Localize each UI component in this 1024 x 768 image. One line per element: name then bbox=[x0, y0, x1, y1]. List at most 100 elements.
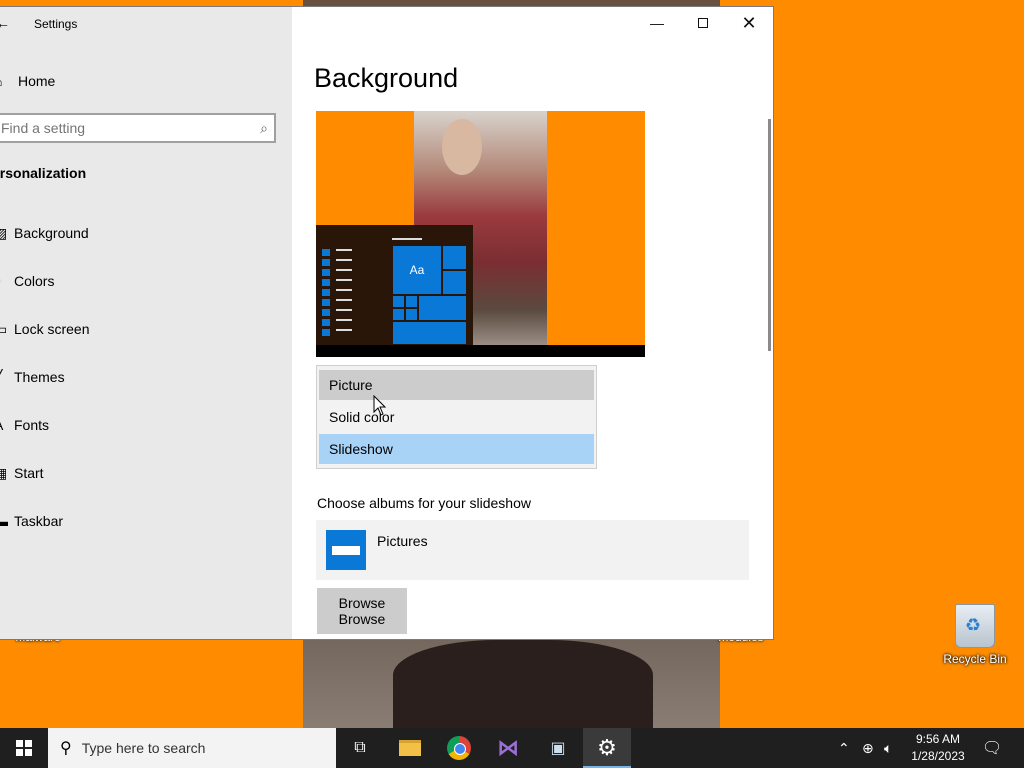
desktop-icon-label: Recycle Bin bbox=[943, 652, 1007, 666]
gear-icon: ⚙ bbox=[597, 735, 617, 760]
visual-studio-button[interactable]: ⋈ bbox=[484, 728, 532, 768]
chevron-up-icon: ⌃ bbox=[838, 739, 850, 756]
preview-lines bbox=[336, 249, 352, 339]
action-center-button[interactable]: 🗨︎ bbox=[982, 728, 1002, 768]
network-tool-button[interactable]: ▣ bbox=[534, 728, 582, 768]
preview-tile-aa: Aa bbox=[392, 245, 442, 295]
palette-icon: ◐ bbox=[0, 273, 8, 289]
file-explorer-button[interactable] bbox=[386, 728, 434, 768]
scrollbar[interactable] bbox=[768, 119, 771, 351]
preview-tile bbox=[392, 308, 405, 321]
home-icon: ⌂ bbox=[0, 73, 8, 89]
wallpaper-figure bbox=[393, 640, 653, 728]
preview-tile bbox=[442, 270, 467, 295]
taskbar-search[interactable]: ⚲ Type here to search bbox=[48, 728, 336, 768]
picture-icon: ▨ bbox=[0, 225, 8, 242]
sidebar-item-themes[interactable]: ╱ Themes bbox=[0, 365, 65, 389]
network-tool-icon: ▣ bbox=[550, 740, 566, 757]
taskbar-icon: ▬ bbox=[0, 513, 8, 529]
preview-photo-head bbox=[442, 119, 482, 175]
globe-icon: ⊕ bbox=[862, 739, 874, 756]
settings-sidebar: ← Settings ⌂ Home ⌕ ersonalization ▨ Bac… bbox=[0, 7, 292, 639]
taskbar-clock[interactable]: 9:56 AM 1/28/2023 bbox=[900, 731, 976, 765]
notification-icon: 🗨︎ bbox=[982, 740, 1003, 757]
preview-tile bbox=[392, 321, 467, 345]
window-title: Settings bbox=[34, 17, 78, 31]
back-arrow-icon[interactable]: ← bbox=[0, 15, 10, 31]
close-button[interactable]: ✕ bbox=[726, 7, 772, 39]
album-folder-icon bbox=[326, 530, 366, 570]
minimize-button[interactable]: — bbox=[634, 7, 680, 39]
settings-taskbar-button[interactable]: ⚙ bbox=[583, 728, 631, 768]
visual-studio-icon: ⋈ bbox=[497, 735, 519, 760]
sidebar-item-taskbar[interactable]: ▬ Taskbar bbox=[0, 509, 63, 533]
section-header: ersonalization bbox=[0, 165, 87, 181]
desktop-icon-recycle-bin[interactable]: ♻ Recycle Bin bbox=[937, 604, 1013, 666]
background-type-dropdown[interactable]: Picture Solid color Slideshow bbox=[316, 365, 597, 469]
search-icon[interactable]: ⌕ bbox=[260, 120, 268, 137]
chrome-icon bbox=[447, 736, 471, 760]
start-button[interactable] bbox=[0, 728, 48, 768]
recycle-bin-icon: ♻ bbox=[955, 604, 995, 648]
sidebar-item-start[interactable]: ▦ Start bbox=[0, 461, 44, 485]
settings-search[interactable]: ⌕ bbox=[0, 113, 276, 143]
browse-button-label: Browse bbox=[338, 595, 386, 611]
sidebar-item-label: Themes bbox=[14, 369, 65, 385]
task-view-button[interactable]: ⧉ bbox=[336, 728, 384, 768]
preview-tile bbox=[418, 295, 467, 321]
windows-logo-icon bbox=[16, 740, 32, 756]
dropdown-option-picture[interactable]: Picture bbox=[319, 370, 594, 400]
clock-time: 9:56 AM bbox=[915, 732, 961, 746]
maximize-button[interactable] bbox=[680, 7, 726, 39]
sidebar-item-background[interactable]: ▨ Background bbox=[0, 221, 89, 245]
sidebar-item-home[interactable]: ⌂ Home bbox=[0, 69, 55, 93]
font-icon: A bbox=[0, 417, 8, 433]
sidebar-item-label: Background bbox=[14, 225, 89, 241]
sidebar-item-lock-screen[interactable]: ▭ Lock screen bbox=[0, 317, 89, 341]
album-name: Pictures bbox=[377, 533, 428, 549]
chrome-button[interactable] bbox=[435, 728, 483, 768]
sidebar-item-label: Start bbox=[14, 465, 44, 481]
dropdown-option-slideshow[interactable]: Slideshow bbox=[319, 434, 594, 464]
dropdown-option-solid-color[interactable]: Solid color bbox=[319, 402, 594, 432]
preview-tile bbox=[442, 245, 467, 270]
network-button[interactable]: ⊕ bbox=[862, 728, 874, 768]
sidebar-item-fonts[interactable]: A Fonts bbox=[0, 413, 49, 437]
speaker-icon: 🔈︎ bbox=[884, 739, 893, 756]
clock-date: 1/28/2023 bbox=[911, 749, 965, 763]
start-icon: ▦ bbox=[0, 465, 8, 482]
lock-screen-icon: ▭ bbox=[0, 321, 8, 338]
browse-button[interactable]: Browse Browse bbox=[317, 588, 407, 634]
taskbar: ⚲ Type here to search ⧉ ⋈ ▣ ⚙ ⌃ ⊕ 🔈︎ 9:5… bbox=[0, 728, 1024, 768]
volume-button[interactable]: 🔈︎ bbox=[884, 728, 892, 768]
folder-icon bbox=[399, 740, 421, 756]
taskbar-search-placeholder: Type here to search bbox=[81, 740, 206, 756]
browse-button-label: Browse bbox=[338, 611, 386, 627]
search-icon: ⚲ bbox=[60, 740, 72, 757]
preview-tile bbox=[392, 295, 405, 308]
close-icon: ✕ bbox=[741, 12, 757, 33]
page-title: Background bbox=[314, 63, 459, 93]
preview-tile bbox=[405, 308, 418, 321]
settings-search-input[interactable] bbox=[0, 120, 240, 136]
album-item[interactable]: Pictures bbox=[316, 520, 749, 580]
albums-label: Choose albums for your slideshow bbox=[317, 495, 531, 511]
background-preview: Aa bbox=[316, 111, 645, 357]
maximize-icon bbox=[698, 18, 708, 28]
sidebar-item-label: Home bbox=[18, 73, 56, 89]
preview-taskbar bbox=[316, 345, 645, 357]
settings-window: ← Settings ⌂ Home ⌕ ersonalization ▨ Bac… bbox=[0, 6, 774, 640]
sidebar-item-label: Lock screen bbox=[14, 321, 90, 337]
sidebar-item-label: Taskbar bbox=[14, 513, 64, 529]
sidebar-item-label: Fonts bbox=[14, 417, 50, 433]
preview-start-menu: Aa bbox=[316, 225, 473, 345]
preview-tiles: Aa bbox=[392, 245, 468, 345]
task-view-icon: ⧉ bbox=[354, 739, 366, 756]
brush-icon: ╱ bbox=[0, 369, 8, 386]
sidebar-item-colors[interactable]: ◐ Colors bbox=[0, 269, 54, 293]
sidebar-item-label: Colors bbox=[14, 273, 55, 289]
show-hidden-icons-button[interactable]: ⌃ bbox=[838, 728, 850, 768]
mouse-cursor-icon bbox=[373, 395, 387, 416]
preview-rail bbox=[322, 249, 332, 339]
preview-tile bbox=[405, 295, 418, 308]
